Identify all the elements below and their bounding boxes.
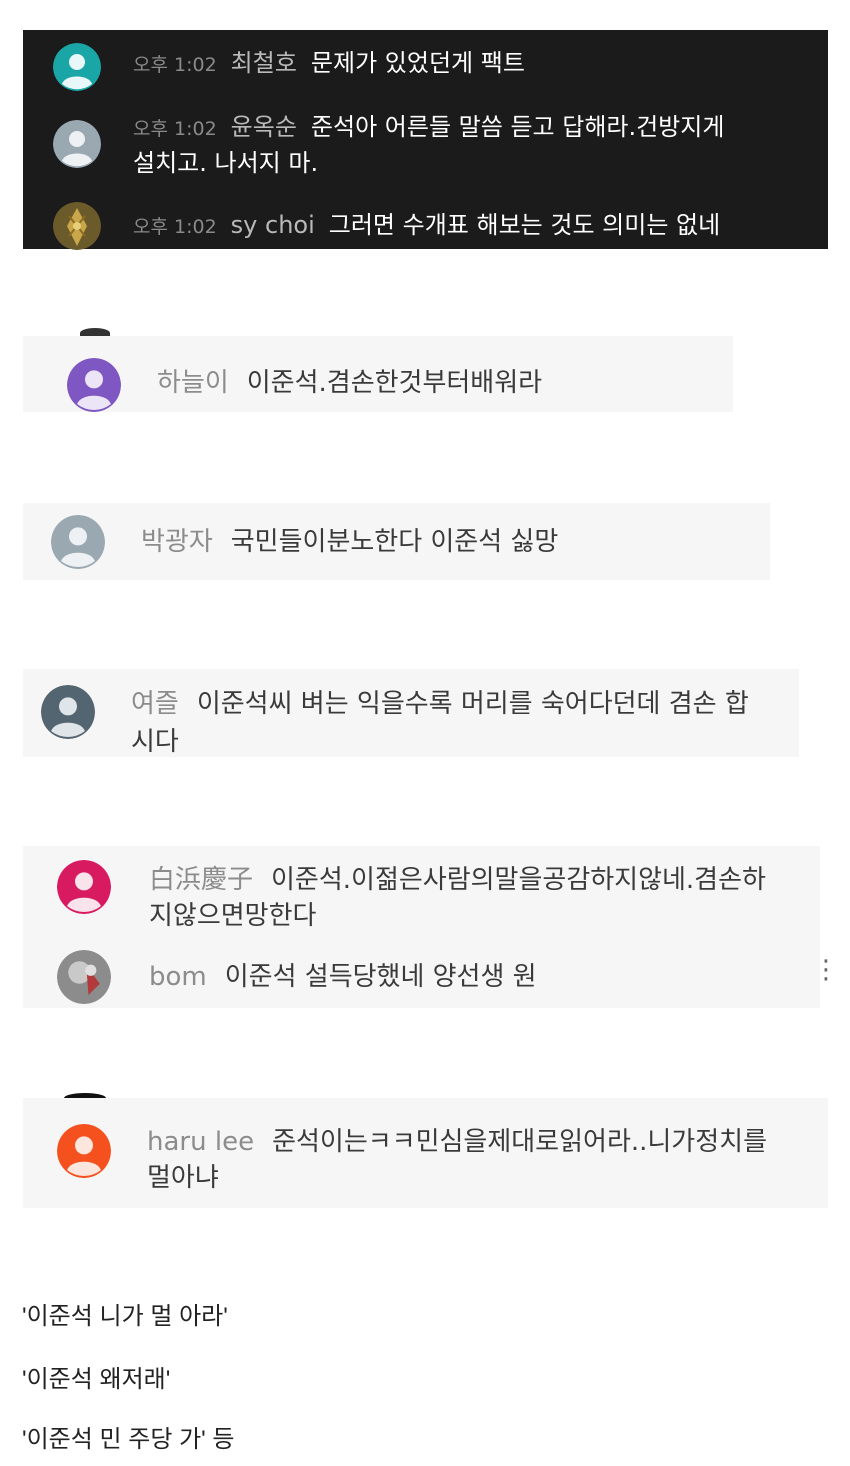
default-avatar-icon[interactable] [53, 120, 101, 168]
message-author[interactable]: 白浜慶子 [149, 865, 253, 895]
chat-message: 박광자 국민들이분노한다 이준석 싫망 [141, 525, 558, 559]
chat-message: 오후 1:02 sy choi 그러면 수개표 해보는 것도 의미는 없네 [133, 208, 720, 244]
chat-message: 白浜慶子 이준석.이젊은사람의말을공감하지않네.겸손하지않으면망한다 [149, 862, 789, 934]
message-time: 오후 1:02 [133, 118, 217, 140]
light-chat-panel: 여즐 이준석씨 벼는 익을수록 머리를 숙어다던데 겸손 합시다 [23, 669, 799, 757]
message-text: 이준석 설득당했네 양선생 원 [224, 962, 537, 992]
caption-line: '이준석 왜저래' [22, 1366, 171, 1393]
message-author[interactable]: haru lee [147, 1127, 254, 1157]
light-chat-panel: 白浜慶子 이준석.이젊은사람의말을공감하지않네.겸손하지않으면망한다 bom 이준석… [23, 846, 839, 1008]
message-text: 이준석.겸손한것부터배워라 [246, 368, 543, 398]
message-author[interactable]: 최철호 [231, 49, 297, 77]
default-avatar-icon[interactable] [41, 685, 95, 739]
caption-line: '이준석 니가 멀 아라' [22, 1303, 228, 1330]
chat-message: haru lee 준석이는ㅋㅋ민심을제대로읽어라..니가정치를멀아냐 [147, 1124, 787, 1196]
message-author[interactable]: 여즐 [131, 689, 179, 719]
chat-message: 여즐 이준석씨 벼는 익을수록 머리를 숙어다던데 겸손 합시다 [131, 685, 771, 761]
dark-chat-panel: 오후 1:02 최철호 문제가 있었던게 팩트 오후 1:02 윤옥순 준석아 어른들 … [23, 30, 828, 250]
default-avatar-icon[interactable] [53, 43, 101, 91]
caption-line: '이준석 민 주당 가' 등 [22, 1426, 235, 1453]
default-avatar-icon[interactable] [51, 515, 105, 569]
light-chat-panel: haru lee 준석이는ㅋㅋ민심을제대로읽어라..니가정치를멀아냐 [23, 1098, 828, 1208]
message-author[interactable]: 하늘이 [157, 368, 229, 398]
default-avatar-icon[interactable] [67, 358, 121, 412]
message-text: 준석아 어른들 말씀 듣고 답해라.건방지게 설치고. 나서지 마. [133, 113, 725, 177]
chat-message: 오후 1:02 윤옥순 준석아 어른들 말씀 듣고 답해라.건방지게 설치고. 나서… [133, 110, 753, 180]
more-options-icon[interactable]: ⋮ [813, 957, 839, 983]
message-text: 국민들이분노한다 이준석 싫망 [230, 527, 559, 557]
message-author[interactable]: sy choi [231, 211, 315, 239]
chat-message: 하늘이 이준석.겸손한것부터배워라 [157, 366, 542, 400]
chat-message: bom 이준석 설득당했네 양선생 원 [149, 960, 537, 994]
photo-avatar-icon[interactable] [57, 950, 111, 1004]
photo-avatar-icon[interactable] [53, 202, 101, 250]
light-chat-panel: 박광자 국민들이분노한다 이준석 싫망 [23, 503, 770, 580]
default-avatar-icon[interactable] [57, 1124, 111, 1178]
message-author[interactable]: 윤옥순 [231, 113, 297, 141]
message-text: 문제가 있었던게 팩트 [310, 49, 525, 77]
default-avatar-icon[interactable] [57, 860, 111, 914]
chat-message: 오후 1:02 최철호 문제가 있었던게 팩트 [133, 46, 525, 82]
message-author[interactable]: bom [149, 962, 207, 992]
message-text: 그러면 수개표 해보는 것도 의미는 없네 [328, 211, 721, 239]
message-text: 이준석씨 벼는 익을수록 머리를 숙어다던데 겸손 합시다 [131, 689, 749, 757]
message-author[interactable]: 박광자 [141, 527, 213, 557]
message-time: 오후 1:02 [133, 54, 217, 76]
light-chat-panel: 하늘이 이준석.겸손한것부터배워라 [23, 336, 733, 412]
message-time: 오후 1:02 [133, 216, 217, 238]
